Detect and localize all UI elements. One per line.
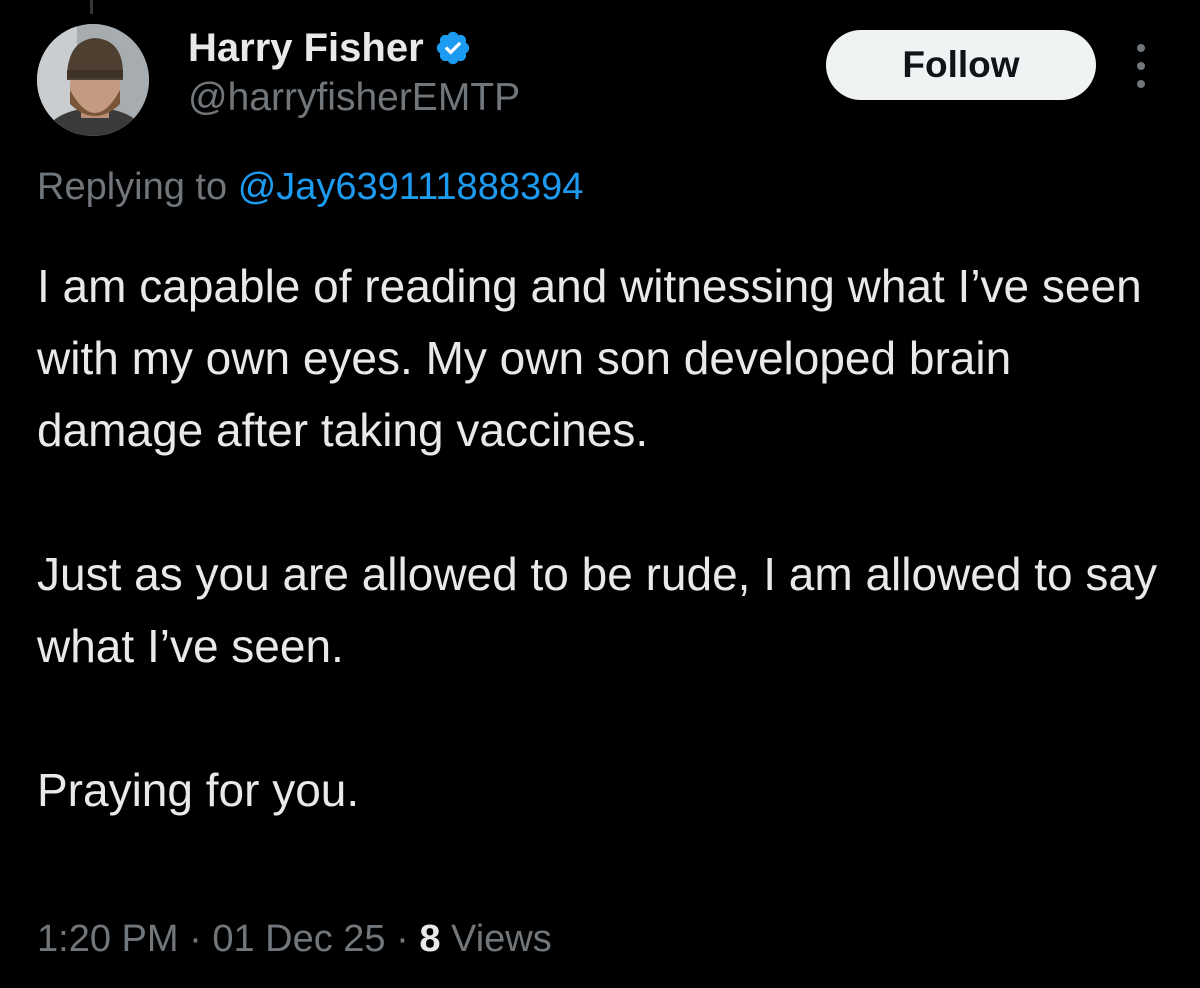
author-name-row: Harry Fisher	[188, 22, 520, 74]
author-display-name[interactable]: Harry Fisher	[188, 26, 424, 71]
reply-context: Replying to @Jay639111888394	[37, 166, 583, 209]
author-handle[interactable]: @harryfisherEMTP	[188, 76, 520, 120]
follow-button[interactable]: Follow	[826, 30, 1096, 100]
thread-connector-line	[90, 0, 93, 14]
avatar-photo-icon	[37, 24, 149, 136]
more-dot	[1137, 44, 1145, 52]
tweet-metadata: 1:20 PM · 01 Dec 25 · 8 Views	[37, 918, 552, 961]
tweet-text: I am capable of reading and witnessing w…	[37, 250, 1157, 826]
author-info: Harry Fisher @harryfisherEMTP	[188, 22, 520, 120]
reply-prefix: Replying to	[37, 166, 228, 208]
more-dot	[1137, 62, 1145, 70]
tweet-paragraph: Just as you are allowed to be rude, I am…	[37, 548, 1157, 672]
tweet-date[interactable]: 01 Dec 25	[212, 918, 385, 960]
tweet-paragraph: Praying for you.	[37, 764, 360, 816]
meta-separator: ·	[189, 918, 202, 960]
views-label: Views	[451, 918, 552, 960]
verified-badge-icon[interactable]	[434, 29, 472, 67]
tweet-time[interactable]: 1:20 PM	[37, 918, 179, 960]
tweet-paragraph: I am capable of reading and witnessing w…	[37, 260, 1142, 456]
avatar[interactable]	[37, 24, 149, 136]
more-dot	[1137, 80, 1145, 88]
reply-mention-link[interactable]: @Jay639111888394	[238, 166, 584, 208]
views-count[interactable]: 8	[419, 918, 440, 960]
meta-separator: ·	[396, 918, 409, 960]
more-options-icon[interactable]	[1126, 44, 1156, 88]
